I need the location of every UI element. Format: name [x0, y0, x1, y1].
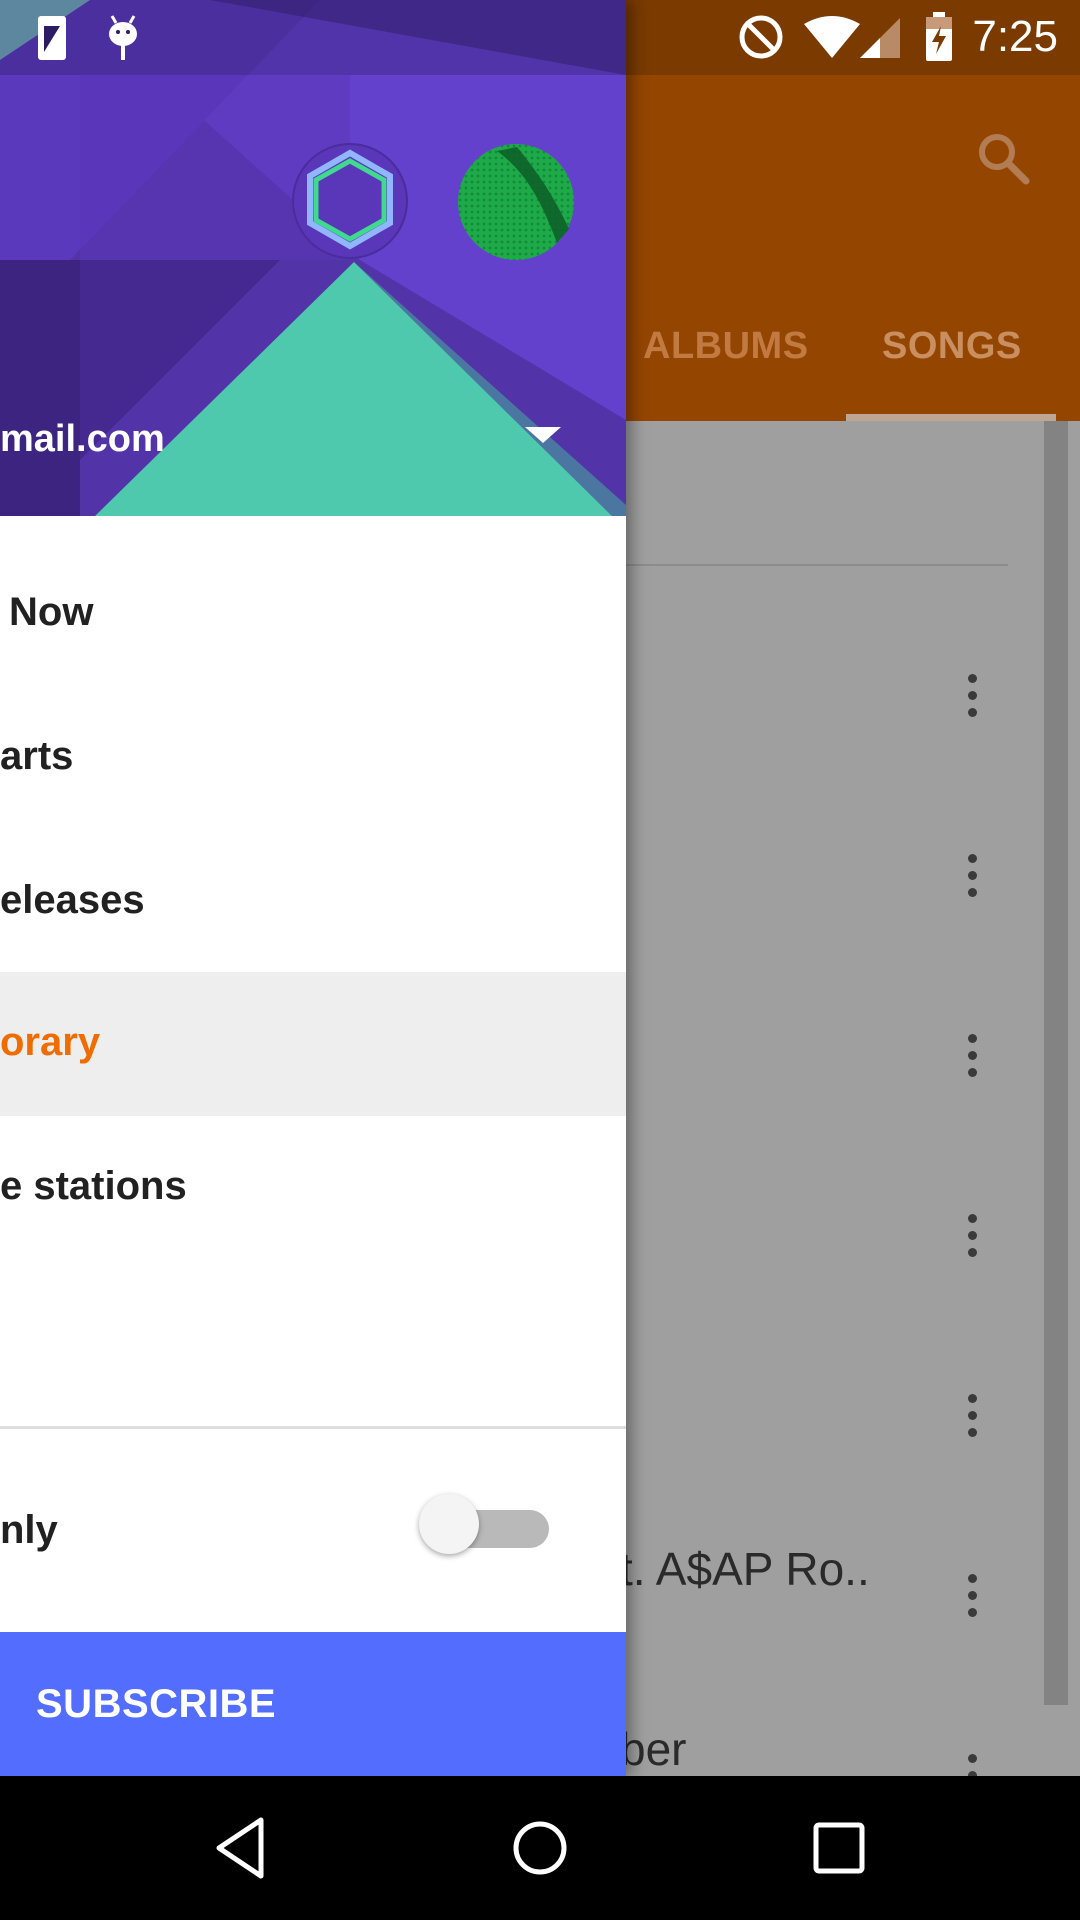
song-overflow-menu-icon[interactable] — [961, 674, 983, 734]
do-not-disturb-icon — [739, 15, 783, 59]
nav-item-label: eleases — [0, 878, 145, 922]
account-dropdown-arrow-icon[interactable] — [525, 425, 561, 445]
tab-selected-indicator — [846, 414, 1056, 421]
subscribe-label: SUBSCRIBE — [36, 1682, 277, 1726]
tab-songs[interactable]: SONGS — [882, 325, 1022, 368]
system-navigation-bar — [0, 1776, 1080, 1920]
song-title[interactable]: t. A$AP Ro.. — [620, 1542, 870, 1596]
nav-item-listen-now[interactable]: Now — [0, 542, 626, 686]
android-debug-icon — [109, 15, 137, 60]
list-scrollbar[interactable] — [1044, 421, 1068, 1705]
wifi-icon — [804, 16, 901, 58]
nav-item-label: Now — [9, 590, 94, 634]
account-avatar[interactable] — [457, 143, 575, 261]
home-icon[interactable] — [504, 1812, 576, 1884]
recents-icon[interactable] — [803, 1812, 875, 1884]
song-overflow-menu-icon[interactable] — [961, 1034, 983, 1094]
account-email[interactable]: mail.com — [0, 418, 165, 461]
song-overflow-menu-icon[interactable] — [961, 854, 983, 914]
sim-card-icon — [38, 16, 66, 60]
downloaded-only-row[interactable]: nly — [0, 1480, 626, 1580]
drawer-account-header: mail.com — [0, 0, 626, 516]
nav-item-my-library[interactable]: orary — [0, 972, 626, 1116]
nav-item-label: e stations — [0, 1164, 187, 1208]
list-divider — [626, 564, 1008, 566]
status-clock: 7:25 — [972, 12, 1058, 61]
drawer-divider — [0, 1426, 626, 1429]
search-icon[interactable] — [975, 130, 1031, 186]
song-overflow-menu-icon[interactable] — [961, 1394, 983, 1454]
battery-charging-icon — [926, 12, 953, 61]
nav-item-new-releases[interactable]: eleases — [0, 830, 626, 974]
status-right-icons: 7:25 — [738, 12, 1058, 62]
back-icon[interactable] — [205, 1812, 277, 1884]
navigation-drawer: mail.com Now arts eleases orary e statio… — [0, 0, 626, 1776]
tab-albums[interactable]: ALBUMS — [643, 325, 809, 368]
downloaded-only-label: nly — [0, 1508, 58, 1552]
subscribe-button[interactable]: SUBSCRIBE — [0, 1632, 626, 1776]
song-overflow-menu-icon[interactable] — [961, 1754, 983, 1776]
song-title[interactable]: ber — [620, 1722, 686, 1776]
secondary-account-avatar[interactable] — [292, 143, 408, 259]
toggle-thumb — [419, 1494, 479, 1554]
nav-item-top-charts[interactable]: arts — [0, 686, 626, 830]
song-overflow-menu-icon[interactable] — [961, 1214, 983, 1274]
nav-item-label: orary — [0, 1020, 101, 1064]
song-overflow-menu-icon[interactable] — [961, 1574, 983, 1634]
downloaded-only-toggle[interactable] — [419, 1494, 551, 1558]
nav-item-instant-mix-stations[interactable]: e stations — [0, 1116, 626, 1260]
nav-item-label: arts — [0, 734, 74, 778]
